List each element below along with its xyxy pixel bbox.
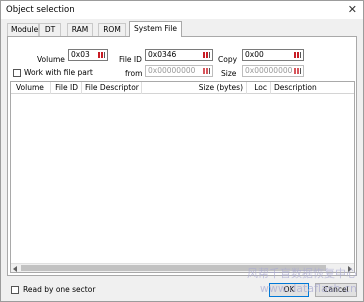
close-icon[interactable]: ✕ [348, 3, 357, 16]
work-with-file-part-checkbox[interactable] [13, 69, 21, 77]
tab-ram[interactable]: RAM [67, 23, 93, 36]
system-file-table[interactable]: Volume File ID File Descriptor Size (byt… [10, 81, 355, 273]
copy-field[interactable]: 0x00 [242, 49, 304, 61]
copy-label: Copy [218, 55, 238, 64]
column-file-id[interactable]: File ID [51, 82, 82, 94]
column-size-bytes[interactable]: Size (bytes) [142, 82, 247, 94]
read-by-one-sector-checkbox[interactable] [11, 286, 19, 294]
volume-browse-icon[interactable] [97, 51, 106, 59]
volume-field[interactable]: 0x03 [68, 49, 108, 61]
horizontal-scrollbar[interactable] [11, 263, 354, 272]
size-field[interactable]: 0x00000000 [242, 65, 304, 77]
volume-value: 0x03 [71, 50, 90, 59]
cancel-button[interactable]: Cancel [315, 283, 357, 297]
scroll-thumb[interactable] [21, 265, 326, 271]
tab-system-file[interactable]: System File [129, 21, 182, 37]
size-value: 0x00000000 [245, 66, 293, 75]
read-by-one-sector-label: Read by one sector [23, 285, 96, 294]
copy-browse-icon[interactable] [293, 51, 302, 59]
from-label: from [125, 69, 143, 78]
size-browse-icon[interactable] [293, 67, 302, 75]
file-id-field[interactable]: 0x0346 [145, 49, 213, 61]
volume-label: Volume [37, 55, 65, 64]
system-file-panel: Volume 0x03 File ID 0x0346 Copy 0x00 Wor… [7, 36, 357, 276]
scroll-left-icon[interactable] [13, 266, 17, 272]
from-field[interactable]: 0x00000000 [145, 65, 213, 77]
column-loc[interactable]: Loc [247, 82, 271, 94]
file-id-value: 0x0346 [148, 50, 177, 59]
table-header: Volume File ID File Descriptor Size (byt… [11, 82, 354, 94]
work-with-file-part-label: Work with file part [24, 68, 93, 77]
tab-dt[interactable]: DT [39, 23, 61, 36]
tab-rom[interactable]: ROM [98, 23, 126, 36]
column-volume[interactable]: Volume [11, 82, 51, 94]
file-id-label: File ID [119, 55, 142, 64]
scroll-right-icon[interactable] [348, 266, 352, 272]
column-file-descriptor[interactable]: File Descriptor [82, 82, 142, 94]
from-browse-icon[interactable] [202, 67, 211, 75]
from-value: 0x00000000 [148, 66, 196, 75]
ok-button[interactable]: OK [269, 283, 309, 297]
object-selection-dialog: Object selection ✕ Module DT RAM ROM Sys… [0, 0, 364, 302]
tab-module[interactable]: Module [7, 23, 39, 36]
title-bar: Object selection ✕ [1, 1, 363, 19]
copy-value: 0x00 [245, 50, 264, 59]
file-id-browse-icon[interactable] [202, 51, 211, 59]
dialog-title: Object selection [6, 5, 75, 15]
column-description[interactable]: Description [271, 82, 354, 94]
size-label: Size [221, 69, 237, 78]
